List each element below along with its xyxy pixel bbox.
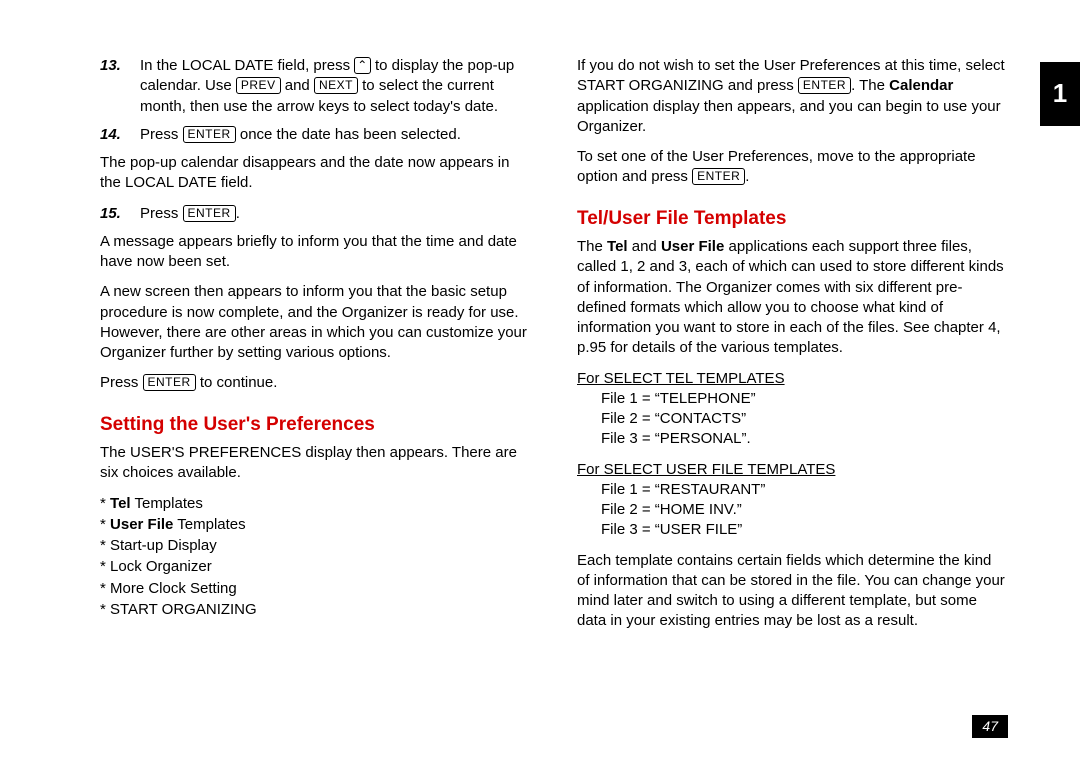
list-item: * More Clock Setting	[100, 579, 531, 599]
list-item: * Tel Templates	[100, 494, 531, 514]
heading-setting-user-preferences: Setting the User's Preferences	[100, 412, 531, 438]
list-item: * User File Templates	[100, 515, 531, 535]
step-body: In the LOCAL DATE field, press ⌃ to disp…	[140, 56, 531, 117]
prev-key: PREV	[236, 77, 281, 94]
user-file-templates-block: For SELECT USER FILE TEMPLATES File 1 = …	[577, 460, 1008, 541]
paragraph: If you do not wish to set the User Prefe…	[577, 56, 1008, 137]
text: Templates	[173, 516, 245, 533]
step-14: 14. Press ENTER once the date has been s…	[100, 125, 531, 145]
enter-key: ENTER	[183, 205, 236, 222]
step-13: 13. In the LOCAL DATE field, press ⌃ to …	[100, 56, 531, 117]
step-number: 14.	[100, 125, 140, 145]
tel-templates-block: For SELECT TEL TEMPLATES File 1 = “TELEP…	[577, 369, 1008, 450]
text: *	[100, 516, 110, 533]
enter-key: ENTER	[143, 374, 196, 391]
text: The	[577, 238, 607, 255]
text: *	[100, 495, 110, 512]
text: In the LOCAL DATE field, press	[140, 57, 354, 74]
text-bold: Calendar	[889, 77, 953, 94]
preferences-list: * Tel Templates * User File Templates * …	[100, 494, 531, 621]
template-line: File 3 = “USER FILE”	[601, 520, 1008, 540]
text: applications each support three files, c…	[577, 238, 1004, 356]
paragraph: A message appears briefly to inform you …	[100, 232, 531, 273]
text-bold: User File	[110, 516, 173, 533]
text: To set one of the User Preferences, move…	[577, 148, 976, 185]
paragraph: The Tel and User File applications each …	[577, 237, 1008, 359]
paragraph: The pop-up calendar disappears and the d…	[100, 153, 531, 194]
manual-page: 13. In the LOCAL DATE field, press ⌃ to …	[0, 0, 1080, 760]
text-bold: Tel	[110, 495, 131, 512]
chapter-tab: 1	[1040, 62, 1080, 126]
list-item: * START ORGANIZING	[100, 600, 531, 620]
step-number: 13.	[100, 56, 140, 117]
paragraph: A new screen then appears to inform you …	[100, 282, 531, 363]
step-body: Press ENTER.	[140, 204, 531, 224]
template-group-header: For SELECT USER FILE TEMPLATES	[577, 460, 1008, 480]
text: . The	[851, 77, 889, 94]
text-bold: User File	[661, 238, 724, 255]
template-line: File 2 = “HOME INV.”	[601, 500, 1008, 520]
step-body: Press ENTER once the date has been selec…	[140, 125, 531, 145]
text: Templates	[131, 495, 203, 512]
paragraph: Each template contains certain fields wh…	[577, 551, 1008, 632]
dropdown-key-icon: ⌃	[354, 57, 371, 74]
left-column: 13. In the LOCAL DATE field, press ⌃ to …	[100, 56, 531, 642]
list-item: * Start-up Display	[100, 536, 531, 556]
two-column-layout: 13. In the LOCAL DATE field, press ⌃ to …	[100, 56, 1008, 642]
step-number: 15.	[100, 204, 140, 224]
paragraph: To set one of the User Preferences, move…	[577, 147, 1008, 188]
template-line: File 1 = “RESTAURANT”	[601, 480, 1008, 500]
template-group-header: For SELECT TEL TEMPLATES	[577, 369, 1008, 389]
text: and	[628, 238, 661, 255]
step-15: 15. Press ENTER.	[100, 204, 531, 224]
text: Press	[140, 126, 183, 143]
right-column: If you do not wish to set the User Prefe…	[577, 56, 1008, 642]
text: Press	[140, 205, 183, 222]
text: application display then appears, and yo…	[577, 98, 1001, 135]
text: .	[745, 168, 749, 185]
text-bold: Tel	[607, 238, 628, 255]
template-line: File 2 = “CONTACTS”	[601, 409, 1008, 429]
list-item: * Lock Organizer	[100, 557, 531, 577]
enter-key: ENTER	[183, 126, 236, 143]
heading-tel-user-file-templates: Tel/User File Templates	[577, 206, 1008, 232]
text: Press	[100, 374, 143, 391]
enter-key: ENTER	[798, 77, 851, 94]
enter-key: ENTER	[692, 168, 745, 185]
template-line: File 3 = “PERSONAL”.	[601, 429, 1008, 449]
next-key: NEXT	[314, 77, 358, 94]
paragraph: The USER'S PREFERENCES display then appe…	[100, 443, 531, 484]
text: and	[281, 77, 314, 94]
text: .	[236, 205, 240, 222]
page-number: 47	[972, 715, 1008, 738]
text: to continue.	[196, 374, 278, 391]
template-line: File 1 = “TELEPHONE”	[601, 389, 1008, 409]
text: once the date has been selected.	[236, 126, 461, 143]
paragraph: Press ENTER to continue.	[100, 373, 531, 393]
